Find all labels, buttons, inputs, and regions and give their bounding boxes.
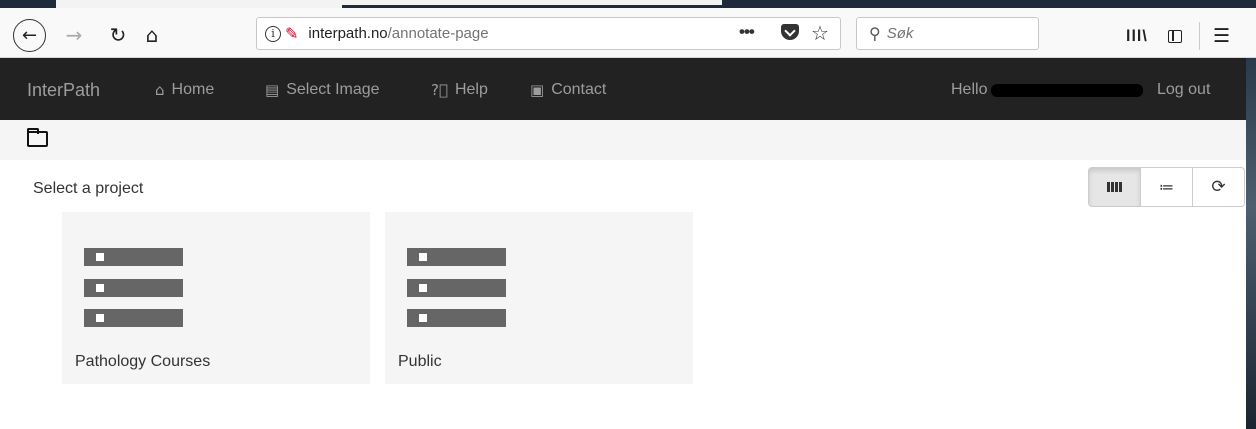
url-text[interactable]: interpath.no/annotate-page — [308, 25, 488, 42]
nav-help[interactable]: ?⃝ Help — [431, 81, 488, 99]
redacted-username — [991, 84, 1143, 97]
contact-card-icon: ▣ — [530, 81, 545, 99]
nav-select-image[interactable]: ▤ Select Image — [265, 81, 380, 99]
folder-breadcrumb-bar — [0, 120, 1246, 160]
search-placeholder: Søk — [886, 25, 914, 42]
folder-icon[interactable] — [27, 128, 48, 147]
address-bar[interactable]: i ✎ interpath.no/annotate-page ••• ☆ — [256, 17, 841, 50]
nav-contact[interactable]: ▣ Contact — [530, 81, 606, 99]
select-project-label: Select a project — [33, 180, 144, 197]
nav-contact-label: Contact — [551, 81, 607, 98]
grid-view-button[interactable] — [1088, 167, 1141, 207]
app-navbar: InterPath ⌂ Home ▤ Select Image ?⃝ Help … — [0, 58, 1246, 120]
url-path: /annotate-page — [387, 25, 489, 42]
list-view-icon: ≔ — [1159, 178, 1174, 196]
brand-link[interactable]: InterPath — [27, 80, 100, 101]
reload-icon[interactable]: ↻ — [104, 20, 132, 50]
list-view-button[interactable]: ≔ — [1140, 167, 1193, 207]
project-name: Public — [398, 353, 442, 370]
view-toggle-group: ≔ ⟳ — [1088, 167, 1246, 207]
project-card[interactable]: Pathology Courses — [62, 212, 370, 384]
nav-select-image-label: Select Image — [286, 81, 380, 98]
message-icon: ▤ — [265, 81, 280, 99]
search-input[interactable]: ⚲ Søk — [856, 17, 1039, 50]
home-icon: ⌂ — [155, 81, 165, 99]
nav-home-label: Home — [171, 81, 215, 98]
menu-icon[interactable]: ☰ — [1213, 25, 1230, 47]
logout-link[interactable]: Log out — [1157, 81, 1210, 99]
server-icon — [84, 248, 183, 328]
grid-view-icon — [1106, 182, 1123, 192]
home-icon[interactable]: ⌂ — [137, 20, 167, 50]
sidebar-icon[interactable] — [1168, 30, 1182, 43]
user-greeting: Hello — [951, 81, 988, 98]
back-icon[interactable]: ← — [13, 19, 46, 52]
browser-toolbar: ← → ↻ ⌂ i ✎ interpath.no/annotate-page •… — [0, 8, 1256, 58]
desktop-background-edge — [1246, 58, 1256, 429]
bookmark-star-icon[interactable]: ☆ — [811, 21, 829, 45]
refresh-button[interactable]: ⟳ — [1192, 167, 1245, 207]
forward-icon[interactable]: → — [58, 20, 90, 50]
library-icon[interactable]: lll\ — [1126, 28, 1148, 46]
insecure-icon[interactable]: ✎ — [285, 24, 298, 43]
info-icon[interactable]: i — [265, 25, 281, 42]
tab-strip-light — [342, 0, 722, 5]
pocket-icon[interactable] — [781, 24, 799, 40]
project-name: Pathology Courses — [75, 353, 211, 370]
project-card[interactable]: Public — [385, 212, 693, 384]
server-icon — [407, 248, 506, 328]
url-domain: interpath.no — [308, 25, 388, 42]
nav-home[interactable]: ⌂ Home — [155, 81, 214, 99]
refresh-icon: ⟳ — [1211, 177, 1226, 197]
search-icon: ⚲ — [869, 24, 881, 43]
toolbar-divider — [1199, 22, 1200, 50]
help-icon: ?⃝ — [431, 81, 448, 99]
page-actions-icon[interactable]: ••• — [739, 22, 755, 42]
nav-help-label: Help — [454, 81, 488, 98]
